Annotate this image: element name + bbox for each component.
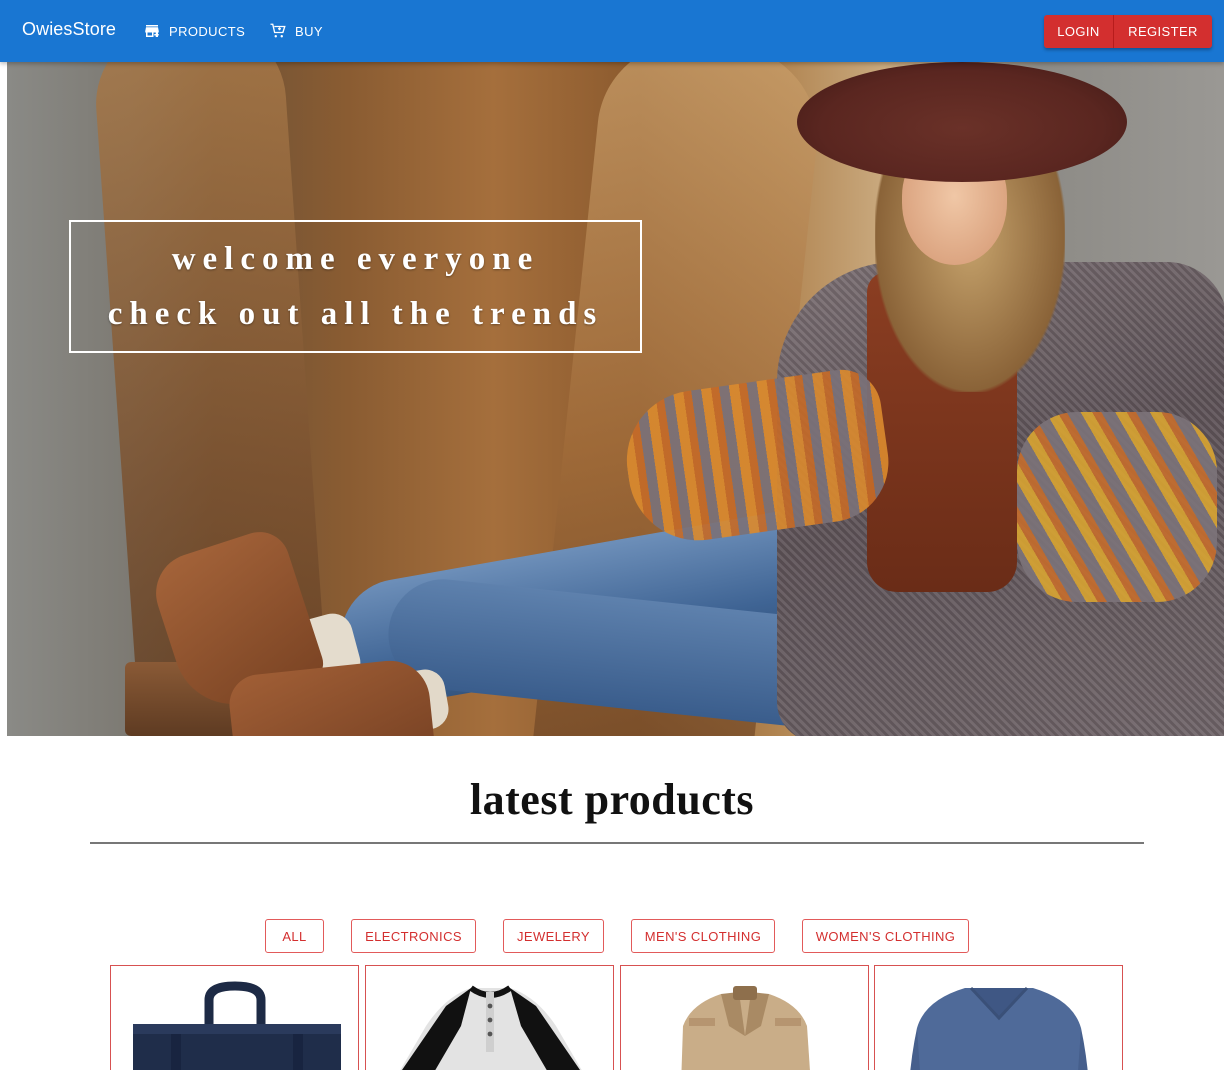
filter-all-button[interactable]: ALL	[265, 919, 324, 953]
nav-buy-button[interactable]: BUY	[269, 0, 323, 62]
backpack-image	[133, 981, 341, 1070]
filter-electronics-button[interactable]: ELECTRONICS	[351, 919, 476, 953]
product-card[interactable]	[365, 965, 614, 1070]
nav-buy-label: BUY	[295, 23, 323, 39]
auth-button-group: LOGIN REGISTER	[1044, 15, 1212, 48]
nav-products-button[interactable]: PRODUCTS	[143, 0, 245, 62]
product-card[interactable]	[620, 965, 869, 1070]
vneck-tshirt-image	[910, 986, 1088, 1070]
section-title: latest products	[469, 775, 755, 824]
jacket-image	[681, 986, 810, 1070]
category-filter-bar: ALL ELECTRONICS JEWELERY MEN'S CLOTHING …	[0, 919, 1224, 953]
raglan-shirt-image	[400, 985, 582, 1070]
section-divider	[90, 842, 1144, 844]
nav-products-label: PRODUCTS	[169, 23, 246, 39]
register-button[interactable]: REGISTER	[1114, 15, 1212, 48]
filter-womens-clothing-button[interactable]: WOMEN'S CLOTHING	[802, 919, 969, 953]
hero-subheadline: check out all the trends	[107, 295, 604, 332]
product-card[interactable]	[110, 965, 359, 1070]
cart-icon	[269, 22, 287, 40]
login-button[interactable]: LOGIN	[1044, 15, 1114, 48]
hero-headline: welcome everyone	[171, 240, 540, 277]
product-card[interactable]	[874, 965, 1123, 1070]
product-grid	[0, 965, 1224, 1070]
filter-jewelery-button[interactable]: JEWELERY	[503, 919, 604, 953]
filter-mens-clothing-button[interactable]: MEN'S CLOTHING	[631, 919, 775, 953]
hero-text-box: welcome everyone check out all the trend…	[69, 220, 642, 353]
app-bar: OwiesStore PRODUCTS BUY LOGIN REGISTER	[0, 0, 1224, 62]
store-icon	[143, 22, 161, 40]
hero-banner: welcome everyone check out all the trend…	[7, 62, 1224, 736]
brand-logo[interactable]: OwiesStore	[22, 19, 116, 40]
